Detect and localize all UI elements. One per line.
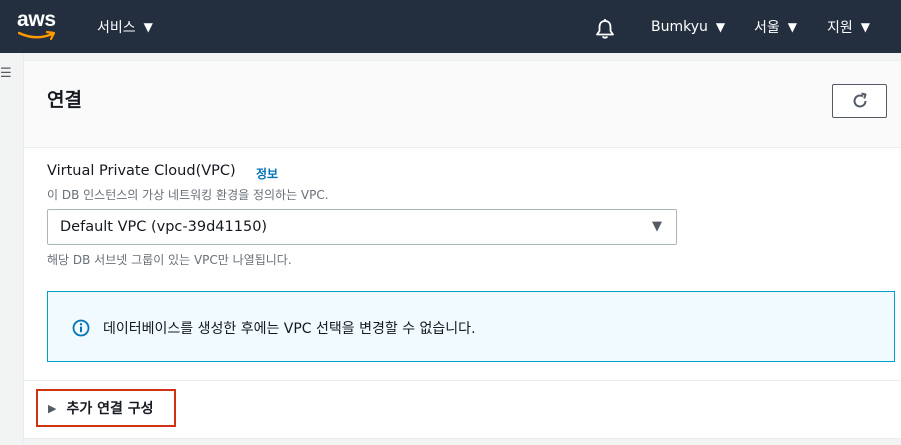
refresh-button[interactable] [832,84,887,118]
top-navigation-bar: aws 서비스 ▼ Bumkyu ▼ 서울 ▼ 지원 ▼ [0,0,901,53]
vpc-select-value: Default VPC (vpc-39d41150) [60,219,268,235]
alert-message: 데이터베이스를 생성한 후에는 VPC 선택을 변경할 수 없습니다. [103,321,476,337]
panel-bottom-edge [24,438,901,445]
info-icon [72,319,90,337]
services-menu-label: 서비스 [97,19,136,36]
vpc-info-link[interactable]: 정보 [256,165,278,182]
panel-title: 연결 [47,89,82,111]
caret-down-icon: ▼ [143,19,153,34]
caret-right-icon: ▶ [48,401,57,415]
vpc-field-constraint: 해당 DB 서브넷 그룹이 있는 VPC만 나열됩니다. [47,253,292,267]
support-menu[interactable]: 지원 ▼ [827,0,870,53]
connectivity-panel: 연결 Virtual Private Cloud(VPC) 정보 이 DB 인스… [24,60,901,445]
additional-config-expander[interactable]: ▶ 추가 연결 구성 [36,389,176,427]
section-divider [24,380,901,381]
refresh-icon [853,92,866,108]
panel-header: 연결 [24,61,901,148]
vpc-select[interactable]: Default VPC (vpc-39d41150) ▼ [47,209,677,245]
aws-smile-icon [18,30,56,41]
additional-config-label: 추가 연결 구성 [66,401,154,417]
caret-down-icon: ▼ [787,19,797,34]
caret-down-icon: ▼ [860,19,870,34]
user-menu-label: Bumkyu [651,18,708,35]
hamburger-menu-icon[interactable]: ☰ [0,67,12,80]
vpc-field-label: Virtual Private Cloud(VPC) [47,163,236,179]
dropdown-arrow-icon: ▼ [652,219,662,234]
aws-logo-text: aws [17,8,56,31]
region-menu-label: 서울 [754,19,780,36]
region-menu[interactable]: 서울 ▼ [754,0,797,53]
bell-icon[interactable] [594,18,616,40]
user-menu[interactable]: Bumkyu ▼ [651,0,725,53]
services-menu[interactable]: 서비스 ▼ [97,0,153,53]
support-menu-label: 지원 [827,19,853,36]
info-alert: 데이터베이스를 생성한 후에는 VPC 선택을 변경할 수 없습니다. [47,291,895,362]
caret-down-icon: ▼ [715,19,726,34]
vpc-field-description: 이 DB 인스턴스의 가상 네트워킹 환경을 정의하는 VPC. [47,188,329,202]
aws-logo[interactable]: aws [17,9,61,43]
